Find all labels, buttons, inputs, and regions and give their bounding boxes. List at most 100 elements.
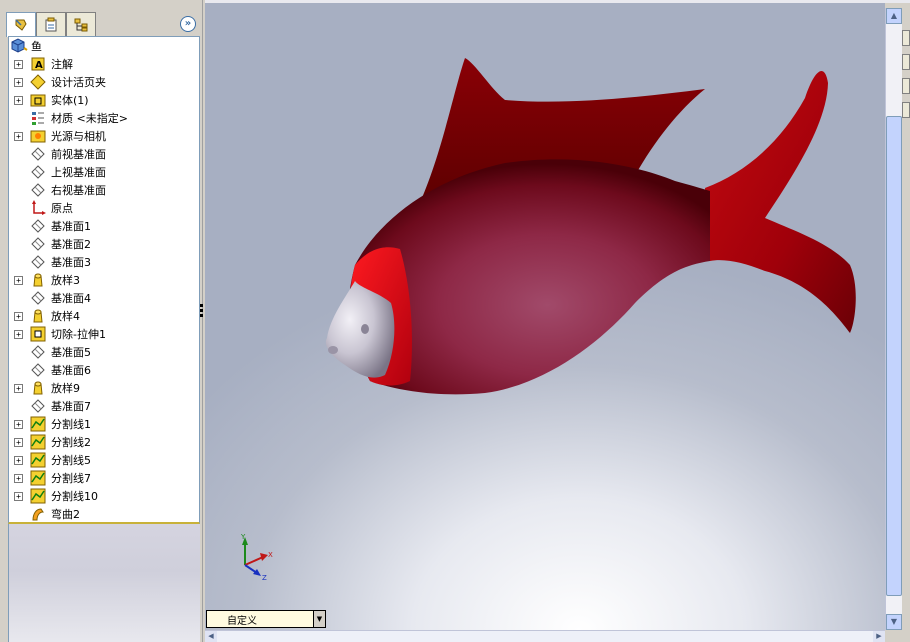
tree-item-label: 基准面3 bbox=[51, 256, 91, 269]
scroll-left-icon[interactable]: ◀ bbox=[205, 631, 217, 642]
feature-manager-panel: » 鱼 + A 注解 + 设计活页夹 + 实体(1) 材质 <未指定> + 光源与相机 前视基准面上… bbox=[0, 0, 203, 642]
svg-text:A: A bbox=[35, 60, 43, 71]
tree-item[interactable]: 原点 bbox=[9, 199, 199, 217]
design-binder-icon bbox=[30, 74, 46, 90]
tree-item-label: 基准面7 bbox=[51, 400, 91, 413]
tree-item-label: 基准面5 bbox=[51, 346, 91, 359]
tree-item-label: 弯曲2 bbox=[51, 508, 80, 521]
expand-toggle-icon[interactable]: + bbox=[14, 491, 23, 501]
tree-item-label: 放样9 bbox=[51, 382, 80, 395]
scroll-right-icon[interactable]: ▶ bbox=[873, 631, 885, 642]
expand-toggle-icon[interactable]: + bbox=[14, 275, 23, 285]
tree-item[interactable]: 基准面6 bbox=[9, 361, 199, 379]
tab-configuration-manager[interactable] bbox=[66, 12, 96, 36]
plane-icon bbox=[31, 255, 45, 269]
tree-root[interactable]: 鱼 bbox=[9, 37, 199, 55]
configuration-manager-icon bbox=[74, 18, 88, 31]
tree-item-label: 右视基准面 bbox=[51, 184, 106, 197]
horizontal-scrollbar[interactable]: ◀ ▶ bbox=[205, 630, 885, 642]
tab-feature-manager[interactable] bbox=[6, 12, 36, 37]
tree-item[interactable]: + 放样3 bbox=[9, 271, 199, 289]
tree-item[interactable]: + 分割线5 bbox=[9, 451, 199, 469]
tree-item-label: 分割线7 bbox=[51, 472, 91, 485]
tree-item[interactable]: + 分割线2 bbox=[9, 433, 199, 451]
expand-toggle-icon[interactable]: + bbox=[14, 383, 23, 393]
expand-toggle-icon[interactable]: + bbox=[14, 419, 23, 429]
vertical-scroll-thumb[interactable] bbox=[886, 116, 902, 596]
expand-toggle-icon[interactable]: + bbox=[14, 59, 23, 69]
expand-toggle-icon[interactable]: + bbox=[14, 473, 23, 483]
expand-toggle-icon[interactable]: + bbox=[14, 437, 23, 447]
task-pane-tab-home[interactable] bbox=[902, 30, 910, 46]
tree-item[interactable]: + 实体(1) bbox=[9, 91, 199, 109]
lights-cameras-icon bbox=[30, 130, 46, 143]
tree-item[interactable]: + 分割线1 bbox=[9, 415, 199, 433]
tree-item[interactable]: + 切除-拉伸1 bbox=[9, 325, 199, 343]
tree-item[interactable]: 材质 <未指定> bbox=[9, 109, 199, 127]
tree-item-label: 基准面4 bbox=[51, 292, 91, 305]
expand-toggle-icon[interactable]: + bbox=[14, 95, 23, 105]
solid-bodies-icon bbox=[30, 94, 46, 107]
task-pane-tab-explorer[interactable] bbox=[902, 78, 910, 94]
tree-item[interactable]: 右视基准面 bbox=[9, 181, 199, 199]
expand-toggle-icon[interactable]: + bbox=[14, 77, 23, 87]
tree-item[interactable]: 基准面4 bbox=[9, 289, 199, 307]
tree-item[interactable]: 基准面7 bbox=[9, 397, 199, 415]
view-orientation-select[interactable]: 自定义 ▼ bbox=[206, 610, 326, 628]
expand-toggle-icon[interactable]: + bbox=[14, 329, 23, 339]
expand-panel-button[interactable]: » bbox=[180, 16, 196, 32]
task-pane-tab-appearance[interactable] bbox=[902, 102, 910, 118]
tree-item[interactable]: + 放样4 bbox=[9, 307, 199, 325]
tab-property-manager[interactable] bbox=[36, 12, 66, 36]
tree-item[interactable]: 上视基准面 bbox=[9, 163, 199, 181]
tree-item[interactable]: 前视基准面 bbox=[9, 145, 199, 163]
tree-item-label: 基准面6 bbox=[51, 364, 91, 377]
fish-model[interactable] bbox=[205, 3, 885, 630]
tree-item[interactable]: + 放样9 bbox=[9, 379, 199, 397]
expand-toggle-icon[interactable]: + bbox=[14, 455, 23, 465]
tree-item-label: 实体(1) bbox=[51, 94, 89, 107]
plane-icon bbox=[31, 147, 45, 161]
split-line-icon bbox=[30, 488, 46, 504]
graphics-viewport[interactable]: Y X Z bbox=[205, 3, 885, 630]
scroll-up-icon[interactable]: ▲ bbox=[886, 8, 902, 24]
tree-item-label: 上视基准面 bbox=[51, 166, 106, 179]
tree-item-label: 放样3 bbox=[51, 274, 80, 287]
property-manager-icon bbox=[45, 17, 57, 31]
tree-item[interactable]: 基准面1 bbox=[9, 217, 199, 235]
expand-toggle-icon[interactable]: + bbox=[14, 311, 23, 321]
vertical-scrollbar[interactable]: ▲ ▼ bbox=[885, 8, 902, 630]
tree-item-label: 材质 <未指定> bbox=[51, 112, 128, 125]
flex-icon bbox=[32, 508, 44, 521]
tree-item[interactable]: + 分割线10 bbox=[9, 487, 199, 505]
view-orientation-value: 自定义 bbox=[227, 615, 257, 627]
tree-item-label: 分割线2 bbox=[51, 436, 91, 449]
tree-item[interactable]: + 分割线7 bbox=[9, 469, 199, 487]
tree-item[interactable]: + 设计活页夹 bbox=[9, 73, 199, 91]
tree-item[interactable]: 基准面2 bbox=[9, 235, 199, 253]
material-icon bbox=[32, 112, 44, 125]
cut-extrude-icon bbox=[30, 326, 46, 342]
plane-icon bbox=[31, 291, 45, 305]
tree-item-label: 分割线10 bbox=[51, 490, 98, 503]
expand-toggle-icon[interactable]: + bbox=[14, 131, 23, 141]
tree-item[interactable]: + A 注解 bbox=[9, 55, 199, 73]
tree-item[interactable]: 基准面5 bbox=[9, 343, 199, 361]
plane-icon bbox=[31, 345, 45, 359]
plane-icon bbox=[31, 363, 45, 377]
panel-splitter-handle[interactable] bbox=[199, 302, 204, 324]
triad-z-label: Z bbox=[262, 574, 267, 582]
panel-empty-area bbox=[8, 524, 200, 642]
tail-fin bbox=[705, 71, 856, 333]
tree-item[interactable]: 弯曲2 bbox=[9, 505, 199, 522]
dropdown-arrow-icon[interactable]: ▼ bbox=[313, 611, 325, 627]
annotation-icon: A bbox=[31, 57, 45, 71]
tree-item[interactable]: 基准面3 bbox=[9, 253, 199, 271]
split-line-icon bbox=[30, 416, 46, 432]
scroll-down-icon[interactable]: ▼ bbox=[886, 614, 902, 630]
tree-item-label: 前视基准面 bbox=[51, 148, 106, 161]
task-pane-tab-library[interactable] bbox=[902, 54, 910, 70]
feature-tree-icon bbox=[15, 19, 27, 31]
tree-item-label: 设计活页夹 bbox=[51, 76, 106, 89]
tree-item[interactable]: + 光源与相机 bbox=[9, 127, 199, 145]
